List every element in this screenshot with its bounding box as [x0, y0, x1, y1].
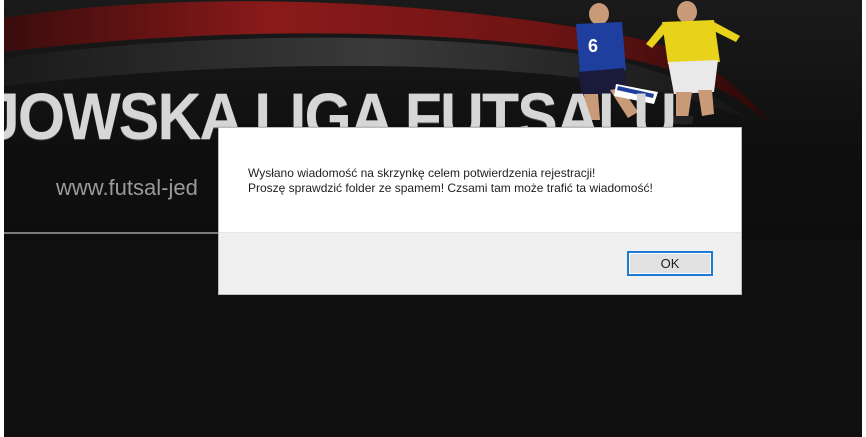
website-url: www.futsal-jed	[56, 175, 198, 200]
banner-divider	[4, 232, 234, 234]
dialog-body: Wysłano wiadomość na skrzynkę celem potw…	[219, 128, 741, 232]
dialog-message: Wysłano wiadomość na skrzynkę celem potw…	[248, 166, 653, 196]
svg-text:6: 6	[588, 36, 598, 56]
message-line-1: Wysłano wiadomość na skrzynkę celem potw…	[248, 166, 596, 180]
alert-dialog: Wysłano wiadomość na skrzynkę celem potw…	[218, 127, 742, 295]
message-line-2: Proszę sprawdzić folder ze spamem! Czsam…	[248, 181, 653, 195]
dialog-footer: OK	[219, 232, 741, 294]
screen: 6 JOWSKA LIGA FUTSALU www.futsal-jed Wys…	[0, 0, 866, 437]
ok-button[interactable]: OK	[627, 251, 713, 276]
